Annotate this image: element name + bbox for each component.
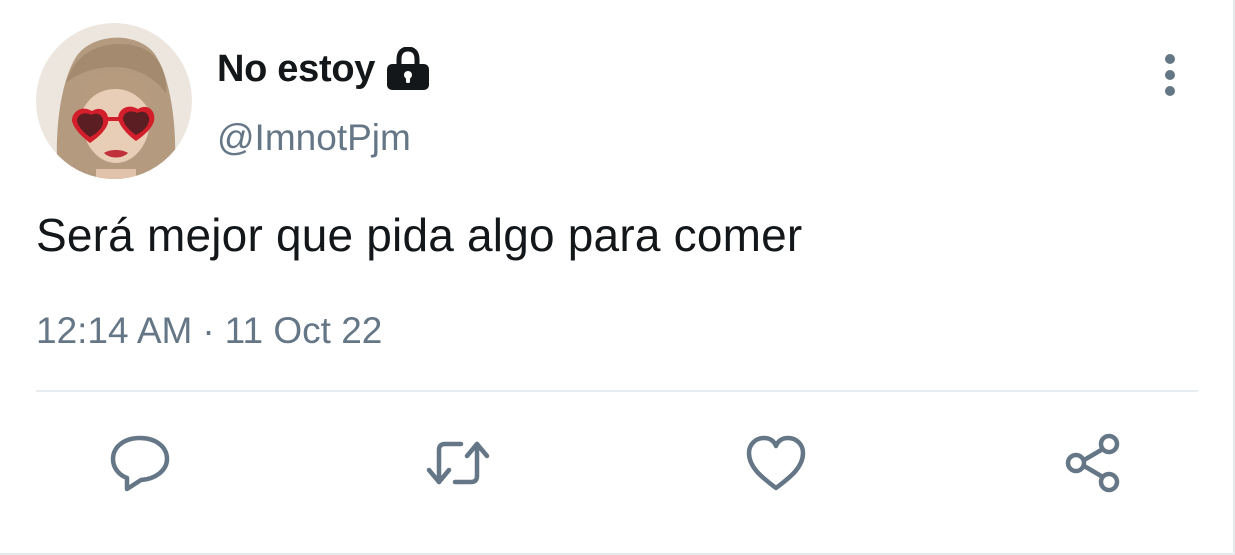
tweet-card: No estoy @ImnotPjm Será mejor que pida a…	[0, 0, 1235, 555]
avatar[interactable]	[36, 23, 192, 179]
divider	[36, 390, 1198, 392]
meta-separator: ·	[202, 310, 215, 351]
tweet-time: 12:14 AM	[36, 310, 193, 351]
display-name[interactable]: No estoy	[217, 48, 375, 91]
like-button[interactable]	[741, 430, 811, 496]
tweet-timestamp[interactable]: 12:14 AM · 11 Oct 22	[36, 310, 382, 352]
tweet-text: Será mejor que pida algo para comer	[36, 209, 803, 261]
tweet-date: 11 Oct 22	[224, 310, 383, 351]
lock-icon	[385, 47, 431, 91]
name-row: No estoy	[217, 43, 431, 95]
retweet-icon	[426, 441, 490, 485]
share-button[interactable]	[1059, 430, 1129, 496]
reply-button[interactable]	[105, 430, 175, 496]
user-handle[interactable]: @ImnotPjm	[217, 117, 411, 159]
retweet-button[interactable]	[423, 430, 493, 496]
heart-icon	[746, 435, 806, 491]
reply-icon	[110, 435, 170, 492]
share-icon	[1065, 433, 1120, 493]
more-options-button[interactable]	[1150, 50, 1190, 100]
avatar-image	[36, 23, 192, 179]
more-vertical-icon	[1165, 54, 1175, 96]
